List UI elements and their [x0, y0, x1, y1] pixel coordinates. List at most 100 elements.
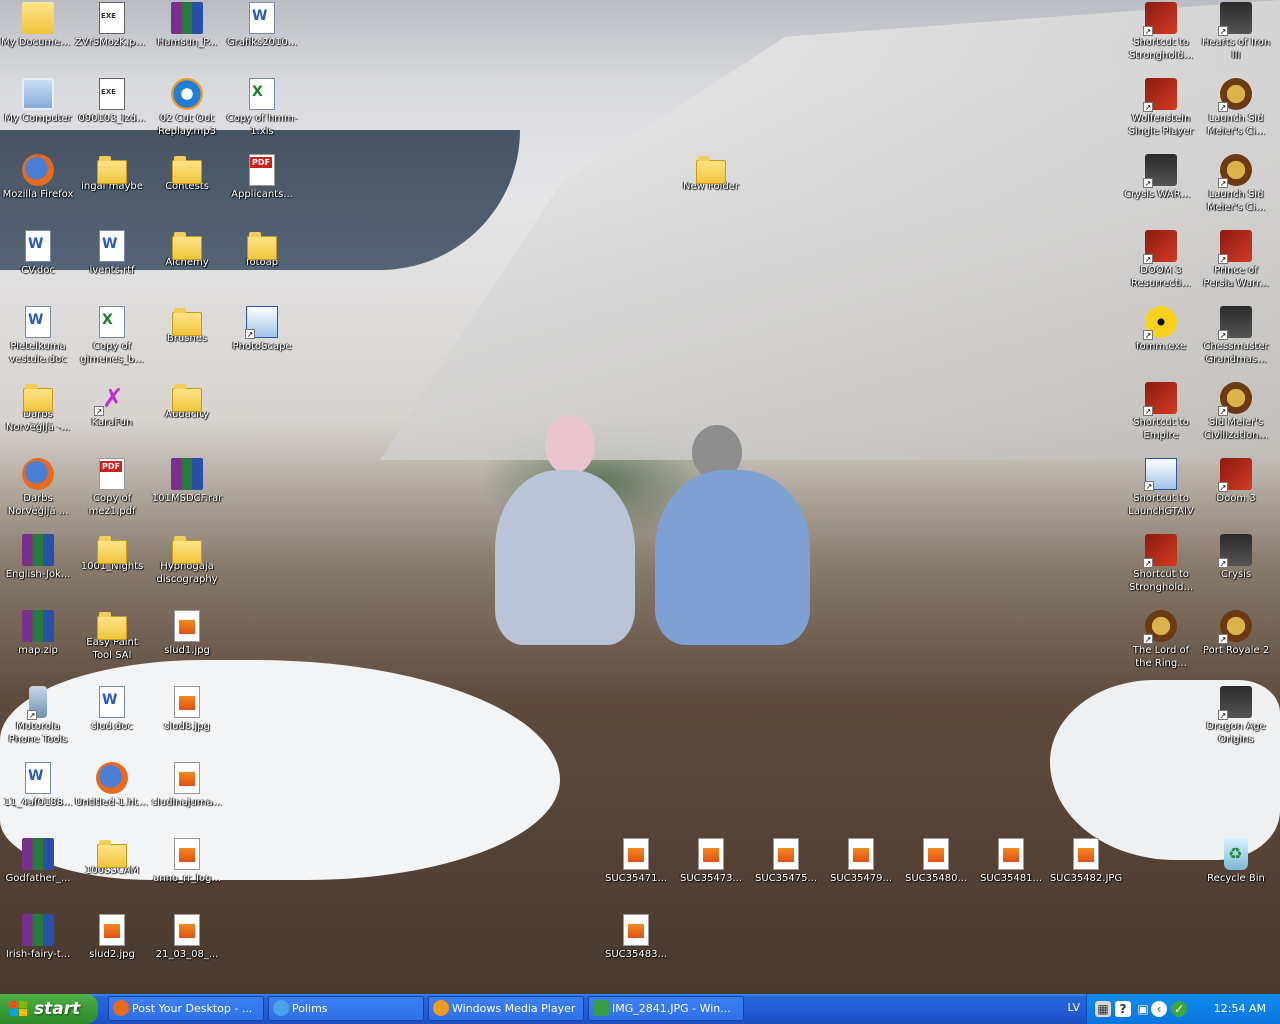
desktop-wallpaper: My DocumentsZVrSMozK.part Hamsun_P... Graf… [0, 0, 1280, 994]
folder-icon [23, 384, 53, 412]
desktop-icon-easy-paint-tool-sai[interactable]: Easy Paint Tool SAI [74, 610, 150, 662]
desktop-icon-sid-meier-s-civilization[interactable]: Sid Meier's Civilization... [1198, 382, 1274, 442]
desktop-icon-11-4af0188[interactable]: 11_4af0188... [0, 762, 76, 809]
desktop-icon-launch-sid-meier-s-ci[interactable]: Launch Sid Meier's Ci... [1198, 78, 1274, 138]
desktop-icon-prince-of-persia-warr[interactable]: Prince of Persia Warr... [1198, 230, 1274, 290]
mydocs-icon [22, 2, 54, 34]
desktop-icon-suc35482-jpg[interactable]: SUC35482.JPG [1048, 838, 1124, 885]
desktop-icon-sludinajuma[interactable]: sludinajuma... [149, 762, 225, 809]
desktop-icon-suc35471[interactable]: SUC35471... [598, 838, 674, 885]
taskbar-button-image-viewer[interactable]: IMG_2841.JPG - Win... [588, 996, 744, 1021]
taskbar-button-polims[interactable]: Polims [268, 996, 424, 1021]
desktop-icon-label: Wolfenstein Single Player [1128, 113, 1194, 137]
desktop-icon-hamsun-p[interactable]: Hamsun_P... [149, 2, 225, 49]
start-button[interactable]: start [0, 994, 98, 1024]
desktop-icon-brushes[interactable]: Brushes [149, 306, 225, 345]
desktop-icon-recycle-bin[interactable]: Recycle Bin [1198, 838, 1274, 885]
folder-icon [97, 840, 127, 868]
desktop-icon-wolfenstein-single-player[interactable]: Wolfenstein Single Player [1123, 78, 1199, 138]
system-tray: ▦ ? ▣ ‹ ✓ 12:54 AM [1086, 994, 1280, 1024]
taskbar-button-firefox[interactable]: Post Your Desktop - ... [108, 996, 264, 1021]
desktop-icon-slud1-jpg[interactable]: slud1.jpg [149, 610, 225, 657]
desktop-icon-label: fomm.exe [1135, 341, 1187, 352]
desktop-icon-crysis-warhead[interactable]: Crysis WARHEAD [1123, 154, 1199, 201]
folder-icon [97, 612, 127, 640]
taskbar-button-media-player[interactable]: Windows Media Player [428, 996, 584, 1021]
desktop-icon-applicants[interactable]: Applicants... [224, 154, 300, 201]
desktop-icon-grafiks2010[interactable]: Grafiks2010... [224, 2, 300, 49]
desktop-icon-suc35483[interactable]: SUC35483... [598, 914, 674, 961]
desktop-icon-photoscape[interactable]: PhotoScape [224, 306, 300, 353]
desktop-icon-map-zip[interactable]: map.zip [0, 610, 76, 657]
rar-icon [22, 610, 54, 642]
wallpaper-person-head [545, 415, 595, 475]
desktop-icon-dragon-age-origins[interactable]: Dragon Age Origins [1198, 686, 1274, 746]
desktop-icon-pieteikuma-vestule-doc[interactable]: Pieteikuma vestule.doc [0, 306, 76, 366]
desktop-icon-suc35473[interactable]: SUC35473... [673, 838, 749, 885]
desktop-icon-101msdcf-rar[interactable]: 101MSDCF.rar [149, 458, 225, 505]
desktop-icon-copy-of-hmm-1-xls[interactable]: Copy of hmm-1.xls [224, 78, 300, 138]
desktop-icon-100sscam[interactable]: 100SSCAM [74, 838, 150, 877]
desktop-icon-02-cut-out-replay-mp3[interactable]: 02 Cut Out Replay.mp3 [149, 78, 225, 138]
desktop-icon-darbs-norv-ij[interactable]: Darbs Norvēģijā -... [0, 382, 76, 434]
desktop-icon-crysis[interactable]: Crysis [1198, 534, 1274, 581]
jpg-icon [174, 610, 200, 642]
desktop-icon-fotoap[interactable]: fotoap [224, 230, 300, 269]
desktop-icon-label: SUC35482.JPG [1049, 873, 1123, 884]
desktop-icon-label: 11_4af0188... [3, 797, 73, 808]
desktop-icon-shortcut-to-launchgtaiv[interactable]: Shortcut to LaunchGTAIV [1123, 458, 1199, 518]
desktop-icon-irish-fairy-t[interactable]: Irish-fairy-t... [0, 914, 76, 961]
desktop-icon-ingai-maybe[interactable]: ingai maybe [74, 154, 150, 193]
desktop-icon-anno-rr-log[interactable]: anno_rr_log... [149, 838, 225, 885]
desktop-icon-port-royale-2[interactable]: Port Royale 2 [1198, 610, 1274, 657]
desktop-icon-slud2-jpg[interactable]: slud2.jpg [74, 914, 150, 961]
messenger-icon[interactable]: ✓ [1171, 1001, 1187, 1017]
language-indicator[interactable]: LV [1068, 1001, 1080, 1014]
desktop-icon-shortcut-to-stronghold[interactable]: Shortcut to Stronghold... [1123, 2, 1199, 62]
desktop-icon-audacity[interactable]: Audacity [149, 382, 225, 421]
desktop-icon-my-documents[interactable]: My Documents [0, 2, 76, 49]
desktop-icon-cv-doc[interactable]: CV.doc [0, 230, 76, 277]
desktop-icon-hearts-of-iron-iii[interactable]: Hearts of Iron III [1198, 2, 1274, 62]
desktop-icon-my-computer[interactable]: My Computer [0, 78, 76, 125]
keyboard-icon[interactable]: ▦ [1095, 1001, 1111, 1017]
desktop-icon-shortcut-to-stronghold[interactable]: Shortcut to Stronghold... [1123, 534, 1199, 594]
game3-icon [1143, 154, 1177, 188]
rar-icon [171, 2, 203, 34]
desktop-icon-motorola-phone-tools[interactable]: Motorola Phone Tools [0, 686, 76, 746]
desktop-icon-karafun[interactable]: KaraFun [74, 382, 150, 429]
desktop-icon-the-lord-of-the-ring[interactable]: The Lord of the Ring... [1123, 610, 1199, 670]
desktop-icon-english-jok[interactable]: English-Jok... [0, 534, 76, 581]
desktop-icon-launch-sid-meier-s-ci[interactable]: Launch Sid Meier's Ci... [1198, 154, 1274, 214]
desktop-icon-chessmaster-grandmas[interactable]: Chessmaster Grandmas... [1198, 306, 1274, 366]
clock[interactable]: 12:54 AM [1214, 1002, 1266, 1015]
desktop-icon-hypnogaja-discography[interactable]: Hypnogaja discography [149, 534, 225, 586]
desktop-icon-slud8-jpg[interactable]: slud8.jpg [149, 686, 225, 733]
desktop-icon-new-folder[interactable]: New Folder [673, 154, 749, 193]
desktop-icon-suc35480[interactable]: SUC35480... [898, 838, 974, 885]
desktop-icon-1001-nights[interactable]: 1001_Nights [74, 534, 150, 573]
desktop-icon-suc35479[interactable]: SUC35479... [823, 838, 899, 885]
desktop-icon-zvrsmozk-part[interactable]: ZVrSMozK.part [74, 2, 150, 49]
desktop-icon-shortcut-to-empire[interactable]: Shortcut to Empire [1123, 382, 1199, 442]
network-icon[interactable]: ▣ [1135, 1001, 1151, 1017]
desktop-icon-suc35475[interactable]: SUC35475... [748, 838, 824, 885]
desktop-icon-doom-3[interactable]: Doom 3 [1198, 458, 1274, 505]
show-hidden-icons-chevron-icon[interactable]: ‹ [1151, 1001, 1167, 1017]
desktop-icon-fomm-exe[interactable]: fomm.exe [1123, 306, 1199, 353]
desktop-icon-slud-doc[interactable]: slud.doc [74, 686, 150, 733]
desktop-icon-darbs-norv-ij[interactable]: Darbs Norvēģijā ... [0, 458, 76, 518]
desktop-icon-copy-of-gimenes-b[interactable]: Copy of gimenes_b... [74, 306, 150, 366]
desktop-icon-21-03-08[interactable]: 21_03_08_... [149, 914, 225, 961]
desktop-icon-copy-of-mez1-pdf[interactable]: Copy of mez1.pdf [74, 458, 150, 518]
desktop-icon-suc35481[interactable]: SUC35481... [973, 838, 1049, 885]
desktop-icon-090103-izd[interactable]: 090103_Izd... [74, 78, 150, 125]
desktop-icon-contests[interactable]: Contests [149, 154, 225, 193]
desktop-icon-mozilla-firefox[interactable]: Mozilla Firefox [0, 154, 76, 201]
desktop-icon-ivents-rtf[interactable]: ivents.rtf [74, 230, 150, 277]
help-icon[interactable]: ? [1115, 1001, 1131, 1017]
desktop-icon-alchemy[interactable]: Alchemy [149, 230, 225, 269]
desktop-icon-untitled-1-html[interactable]: Untitled-1.html [74, 762, 150, 809]
desktop-icon-doom-3-resurrecti[interactable]: DOOM 3 Resurrecti... [1123, 230, 1199, 290]
desktop-icon-godfather[interactable]: Godfather_... [0, 838, 76, 885]
